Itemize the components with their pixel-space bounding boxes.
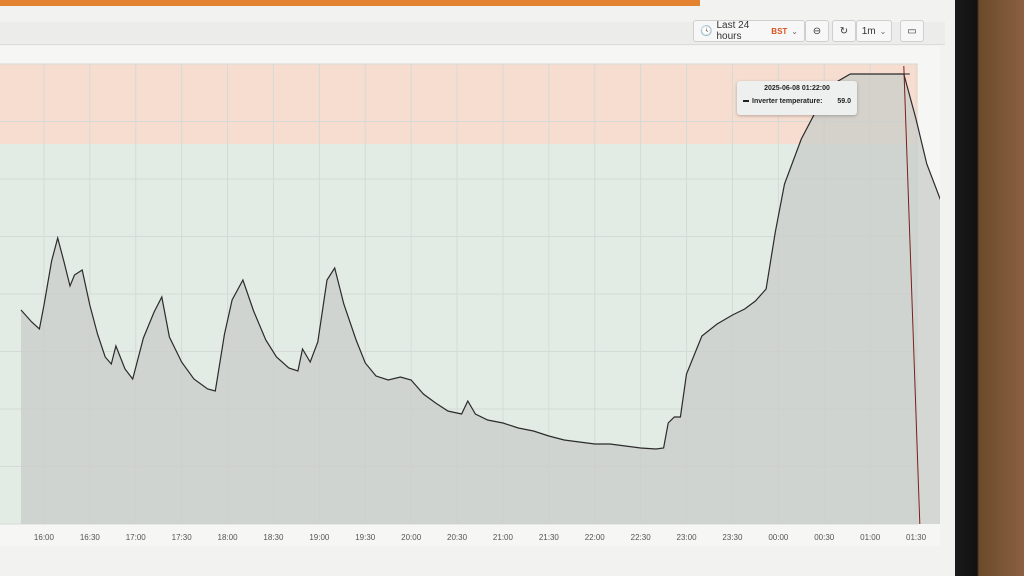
x-axis-tick-label: 01:00: [860, 533, 881, 542]
x-axis-tick-label: 23:30: [722, 533, 743, 542]
x-axis-tick-label: 16:30: [80, 533, 101, 542]
x-axis-tick-label: 18:30: [263, 533, 284, 542]
zoom-out-button[interactable]: ⊖: [805, 20, 829, 42]
x-axis-tick-label: 19:30: [355, 533, 376, 542]
refresh-interval-picker[interactable]: 1m ⌄: [856, 20, 892, 42]
x-axis-tick-label: 17:00: [126, 533, 147, 542]
dashboard-screen: 🕓 Last 24 hours BST ⌄ ⊖ ↻ 1m ⌄ ▭ 16:00 16…: [0, 0, 955, 576]
x-axis-tick-label: 23:00: [677, 533, 698, 542]
x-axis-tick-label: 21:30: [539, 533, 560, 542]
panel-menu-button[interactable]: ▭: [900, 20, 924, 42]
x-axis-tick-label: 00:30: [814, 533, 835, 542]
x-axis-tick-label: 16:00: [34, 533, 55, 542]
x-axis-tick-label: 00:00: [768, 533, 789, 542]
time-range-label: Last 24 hours: [716, 20, 750, 42]
chevron-down-icon: ⌄: [791, 26, 798, 36]
x-axis-tick-label: 22:00: [585, 533, 606, 542]
top-accent-bar: [0, 0, 700, 6]
monitor-bezel: [955, 0, 1024, 576]
panel-toolbar: 🕓 Last 24 hours BST ⌄ ⊖ ↻ 1m ⌄ ▭: [0, 20, 945, 45]
tooltip-timestamp: 2025-06-08 01:22:00: [764, 85, 830, 92]
x-axis-tick-label: 20:30: [447, 533, 468, 542]
timezone-badge: BST: [771, 26, 788, 36]
menu-icon: ▭: [907, 25, 917, 37]
tooltip-series-row: Inverter temperature: 59.0: [743, 98, 851, 105]
x-axis-tick-label: 17:30: [172, 533, 193, 542]
zoom-out-icon: ⊖: [812, 25, 822, 37]
series-swatch: [743, 100, 749, 103]
x-axis-tick-label: 20:00: [401, 533, 422, 542]
temperature-chart[interactable]: 16:00 16:30 17:00 17:30 18:00 18:30 19:00 19:30…: [0, 46, 940, 546]
x-axis-tick-label: 01:30: [906, 533, 927, 542]
tooltip-series-name: Inverter temperature:: [752, 98, 823, 105]
refresh-interval-label: 1m: [861, 25, 876, 37]
time-series-panel[interactable]: 16:00 16:30 17:00 17:30 18:00 18:30 19:00 19:30…: [0, 46, 940, 546]
x-axis-tick-label: 22:30: [631, 533, 652, 542]
clock-icon: 🕓: [700, 25, 713, 37]
refresh-button[interactable]: ↻: [832, 20, 856, 42]
hover-tooltip: 2025-06-08 01:22:00 Inverter temperature…: [737, 81, 857, 115]
tooltip-value: 59.0: [837, 98, 851, 105]
x-axis-tick-label: 18:00: [218, 533, 239, 542]
chevron-down-icon: ⌄: [879, 26, 887, 36]
time-range-picker[interactable]: 🕓 Last 24 hours BST ⌄: [693, 20, 805, 42]
x-axis-tick-label: 19:00: [309, 533, 330, 542]
refresh-icon: ↻: [839, 25, 849, 37]
x-axis-tick-label: 21:00: [493, 533, 514, 542]
